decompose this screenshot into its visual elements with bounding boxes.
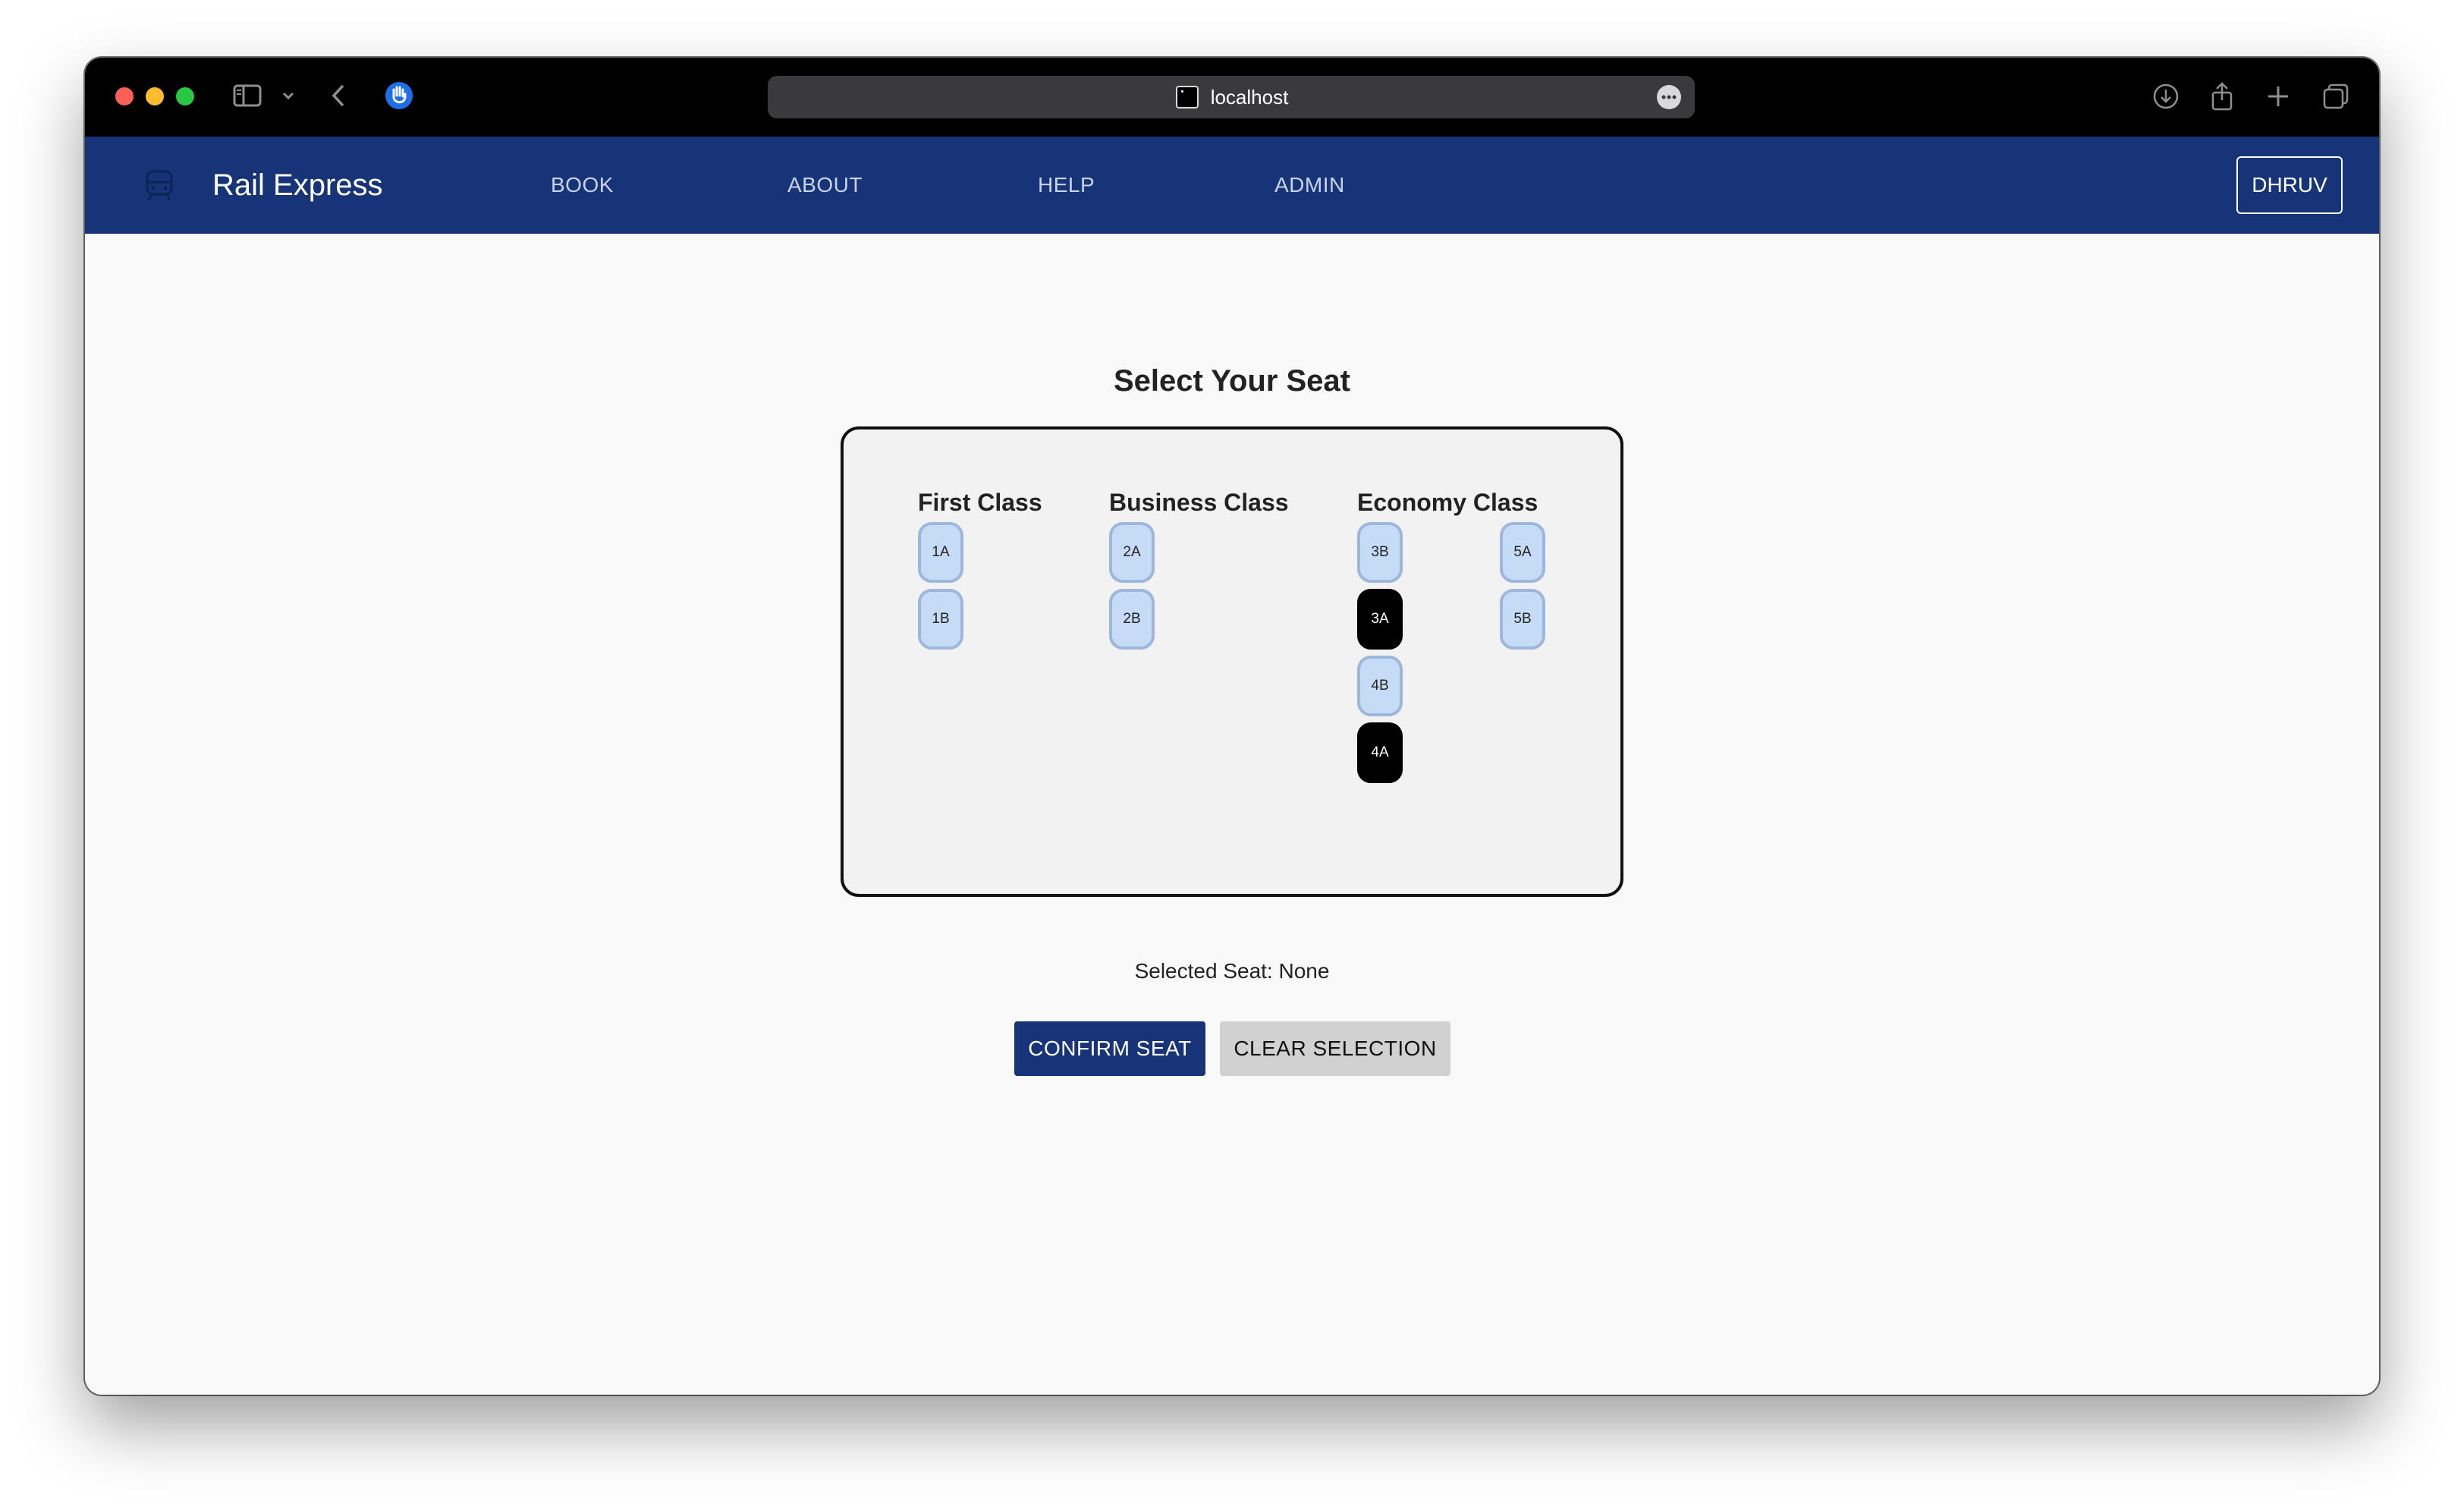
- seat-5a[interactable]: 5A: [1500, 522, 1545, 583]
- address-bar[interactable]: localhost: [768, 76, 1695, 118]
- back-icon[interactable]: [325, 79, 352, 112]
- first-class-heading: First Class: [918, 489, 1042, 516]
- privacy-hand-icon[interactable]: [382, 79, 416, 112]
- browser-toolbar: localhost: [85, 58, 2379, 137]
- seat-3a[interactable]: 3A: [1357, 589, 1403, 650]
- site-icon: [1174, 84, 1200, 110]
- economy-class-heading: Economy Class: [1357, 489, 1538, 516]
- seat-2b[interactable]: 2B: [1109, 589, 1155, 650]
- new-tab-icon[interactable]: [2262, 80, 2294, 112]
- browser-window: localhost Rail Express BOOK ABOUT HELP A…: [85, 58, 2379, 1395]
- more-options-icon[interactable]: [1657, 85, 1681, 109]
- seat-map: First Class Business Class Economy Class…: [841, 426, 1623, 897]
- business-class-heading: Business Class: [1109, 489, 1289, 516]
- page-title: Select Your Seat: [1114, 364, 1350, 398]
- seat-4a[interactable]: 4A: [1357, 722, 1403, 783]
- seat-4b[interactable]: 4B: [1357, 656, 1403, 716]
- zoom-window-button[interactable]: [176, 87, 194, 105]
- seat-2a[interactable]: 2A: [1109, 522, 1155, 583]
- nav-book-link[interactable]: BOOK: [551, 137, 614, 234]
- nav-about-link[interactable]: ABOUT: [787, 137, 863, 234]
- confirm-seat-button[interactable]: CONFIRM SEAT: [1014, 1021, 1205, 1076]
- user-account-button[interactable]: DHRUV: [2236, 156, 2343, 214]
- close-window-button[interactable]: [115, 87, 134, 105]
- share-icon[interactable]: [2206, 80, 2238, 112]
- seat-5b[interactable]: 5B: [1500, 589, 1545, 650]
- nav-help-link[interactable]: HELP: [1038, 137, 1095, 234]
- sidebar-toggle-icon[interactable]: [231, 79, 264, 112]
- seat-3b[interactable]: 3B: [1357, 522, 1403, 583]
- url-text: localhost: [1210, 85, 1289, 109]
- seat-1a[interactable]: 1A: [918, 522, 963, 583]
- chevron-down-icon[interactable]: [279, 79, 297, 112]
- train-logo-icon[interactable]: [141, 167, 178, 203]
- seat-1b[interactable]: 1B: [918, 589, 963, 650]
- nav-admin-link[interactable]: ADMIN: [1274, 137, 1345, 234]
- tab-overview-icon[interactable]: [2320, 80, 2352, 112]
- minimize-window-button[interactable]: [146, 87, 164, 105]
- downloads-icon[interactable]: [2150, 80, 2182, 112]
- app-header: Rail Express BOOK ABOUT HELP ADMIN DHRUV: [85, 137, 2379, 234]
- clear-selection-button[interactable]: CLEAR SELECTION: [1220, 1021, 1450, 1076]
- selected-seat-status: Selected Seat: None: [1134, 959, 1330, 983]
- brand-name[interactable]: Rail Express: [212, 137, 383, 234]
